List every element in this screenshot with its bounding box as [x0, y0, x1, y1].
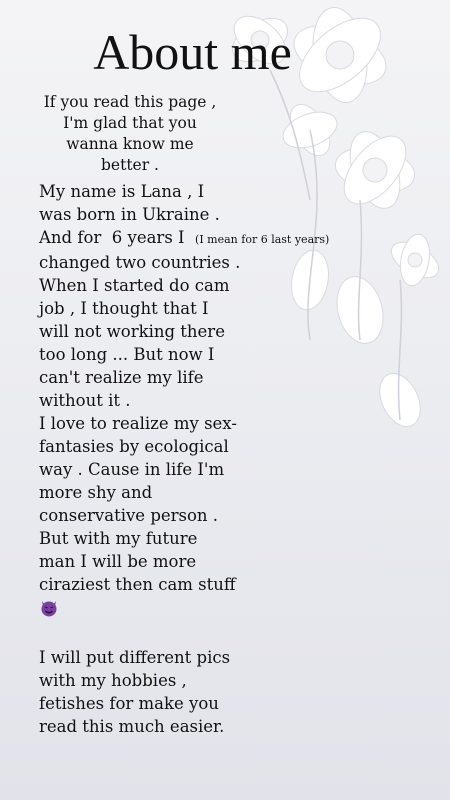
page-title: About me: [93, 24, 292, 80]
body-line-3-note: (I mean for 6 last years): [195, 233, 330, 246]
smiling-devil-icon: [41, 601, 57, 617]
body-line-1: My name is Lana , I: [39, 182, 205, 201]
about-body-text: My name is Lana , I was born in Ukraine …: [39, 180, 329, 596]
body-line-2: was born in Ukraine .: [39, 205, 220, 224]
body-rest: changed two countries . When I started d…: [39, 253, 241, 594]
body-line-3: And for 6 years I: [39, 228, 196, 247]
intro-text: If you read this page , I'm glad that yo…: [43, 93, 217, 174]
outro-text: I will put different pics with my hobbie…: [39, 648, 231, 736]
